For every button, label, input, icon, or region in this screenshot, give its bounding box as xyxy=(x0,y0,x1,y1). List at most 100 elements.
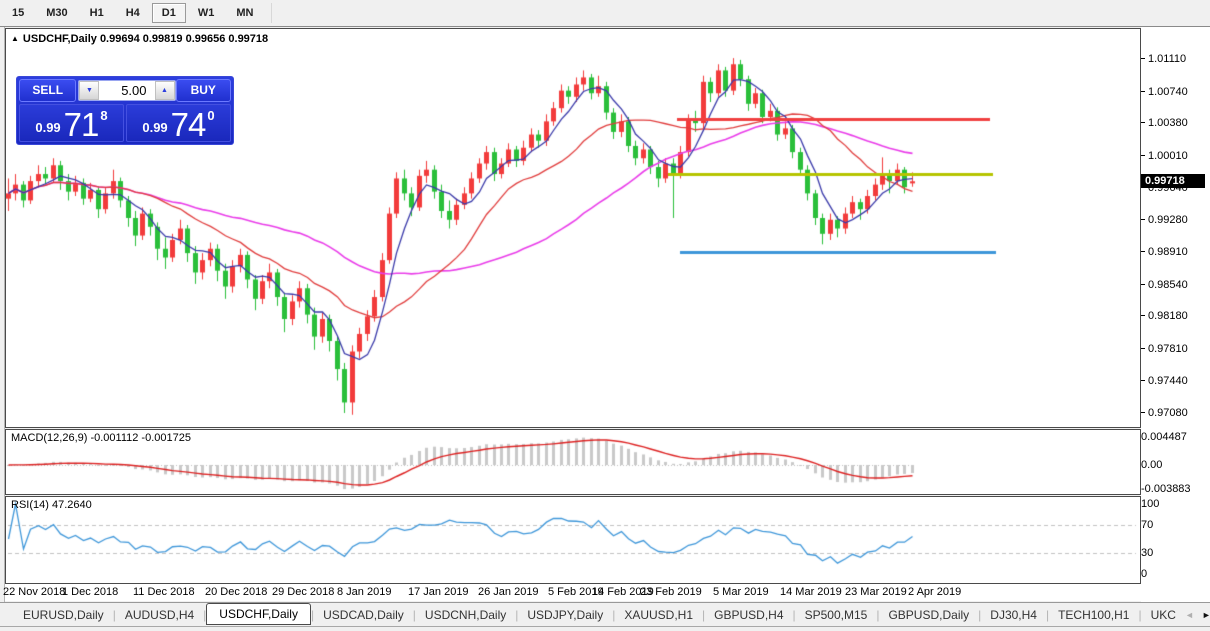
tick-dash xyxy=(1141,315,1145,317)
chart-collapse-icon[interactable]: ▲ xyxy=(11,34,19,43)
tick-dash xyxy=(1141,251,1145,253)
price-axis-tick: 1.01110 xyxy=(1141,53,1186,65)
chart-tab-sp500-m15[interactable]: SP500,M15 xyxy=(796,605,877,625)
tick-label: 1.01110 xyxy=(1148,53,1187,65)
time-axis-label: 5 Mar 2019 xyxy=(713,586,769,598)
chart-tab-dj30-h4[interactable]: DJ30,H4 xyxy=(981,605,1046,625)
macd-axis-tick: 0.00 xyxy=(1141,459,1163,471)
timeframe-button-w1[interactable]: W1 xyxy=(188,3,225,23)
time-axis-label: 14 Mar 2019 xyxy=(780,586,842,598)
rsi-indicator-panel: RSI(14) 47.2640 xyxy=(5,496,1141,584)
chart-tab-usdcnh-daily[interactable]: USDCNH,Daily xyxy=(416,605,515,625)
price-axis[interactable]: 1.011101.007401.003801.000100.996400.992… xyxy=(1141,27,1210,602)
tick-label: 0.98910 xyxy=(1148,246,1188,259)
price-axis-tick: 0.97810 xyxy=(1141,343,1188,355)
current-price-marker: 0.99718 xyxy=(1141,174,1205,189)
time-axis-label: 8 Jan 2019 xyxy=(337,586,392,598)
timeframe-button-m30[interactable]: M30 xyxy=(36,3,77,23)
lot-increase-button[interactable]: ▲ xyxy=(154,81,175,100)
timeframe-toolbar: 15 M30 H1 H4 D1 W1 MN xyxy=(0,0,1210,27)
tick-label: 0.98540 xyxy=(1148,278,1188,291)
tick-dash xyxy=(1141,154,1145,156)
buy-price-pip: 0 xyxy=(207,108,215,123)
tick-label: 0.97080 xyxy=(1148,406,1188,419)
price-axis-tick: 0.98180 xyxy=(1141,310,1188,322)
lot-size-input[interactable] xyxy=(99,81,155,100)
chart-tab-audusd-h4[interactable]: AUDUSD,H4 xyxy=(116,605,203,625)
chart-tab-usdjpy-daily[interactable]: USDJPY,Daily xyxy=(518,605,612,625)
macd-axis-tick: -0.003883 xyxy=(1141,483,1191,496)
tick-label: 1.00740 xyxy=(1148,85,1188,98)
price-axis-tick: 0.99280 xyxy=(1141,214,1188,226)
rsi-axis-tick: 30 xyxy=(1141,547,1154,559)
macd-axis-tick: 0.004487 xyxy=(1141,431,1187,444)
buy-price-prefix: 0.99 xyxy=(142,120,168,135)
tab-scroll-left-icon[interactable]: ◄ xyxy=(1185,610,1194,620)
sell-price-main: 71 xyxy=(63,105,100,143)
buy-button[interactable]: BUY xyxy=(175,79,231,102)
tick-dash xyxy=(1141,122,1145,124)
price-axis-tick: 0.97080 xyxy=(1141,407,1188,419)
price-axis-tick: 1.00010 xyxy=(1141,150,1188,162)
timeframe-button-mn[interactable]: MN xyxy=(226,3,263,23)
one-click-trade-panel: SELL ▼ ▲ BUY 0.99 71 8 0.99 74 0 xyxy=(16,76,234,145)
tick-label: 1.00010 xyxy=(1148,149,1188,162)
price-axis-tick: 1.00740 xyxy=(1141,86,1188,98)
sell-price-display[interactable]: 0.99 71 8 xyxy=(19,104,124,142)
buy-price-display[interactable]: 0.99 74 0 xyxy=(126,104,231,142)
rsi-canvas[interactable] xyxy=(6,497,1140,583)
tab-scroll-right-icon[interactable]: ► xyxy=(1202,610,1210,620)
price-chart-panel: ▲ USDCHF,Daily 0.99694 0.99819 0.99656 0.… xyxy=(5,28,1141,428)
chart-tab-tech100-h1[interactable]: TECH100,H1 xyxy=(1049,605,1138,625)
timeframe-button-h1[interactable]: H1 xyxy=(80,3,114,23)
time-axis-label: 26 Jan 2019 xyxy=(478,586,539,598)
sell-price-prefix: 0.99 xyxy=(35,120,61,135)
rsi-axis-tick: 100 xyxy=(1141,498,1160,510)
macd-label: MACD(12,26,9) -0.001112 -0.001725 xyxy=(11,432,191,444)
time-axis-label: 23 Feb 2019 xyxy=(640,586,702,598)
timeframe-button-h4[interactable]: H4 xyxy=(116,3,150,23)
macd-indicator-panel: MACD(12,26,9) -0.001112 -0.001725 xyxy=(5,429,1141,495)
tick-dash xyxy=(1141,380,1145,382)
time-axis-label: 1 Dec 2018 xyxy=(62,586,119,598)
time-axis-label: 17 Jan 2019 xyxy=(408,586,469,598)
chart-tab-usdchf-daily[interactable]: USDCHF,Daily xyxy=(206,602,311,625)
time-axis[interactable]: 22 Nov 2018 1 Dec 2018 11 Dec 2018 20 Dec 2… xyxy=(3,584,1141,601)
chart-tab-ukc[interactable]: UKC xyxy=(1142,605,1185,625)
sell-button[interactable]: SELL xyxy=(19,79,77,102)
rsi-axis-tick: 70 xyxy=(1141,519,1154,531)
chart-title: ▲ USDCHF,Daily 0.99694 0.99819 0.99656 0.… xyxy=(11,33,268,45)
time-axis-label: 2 Apr 2019 xyxy=(908,586,962,598)
tick-label: 0.98180 xyxy=(1148,310,1188,323)
time-axis-label: 23 Mar 2019 xyxy=(845,586,907,598)
tick-label: 0.97440 xyxy=(1148,375,1188,388)
status-strip xyxy=(0,626,1210,631)
chart-tab-gbpusd-daily[interactable]: GBPUSD,Daily xyxy=(879,605,978,625)
chart-tab-eurusd-daily[interactable]: EURUSD,Daily xyxy=(14,605,113,625)
tick-label: 0.97810 xyxy=(1148,342,1188,355)
rsi-label: RSI(14) 47.2640 xyxy=(11,499,92,511)
buy-price-main: 74 xyxy=(170,105,207,143)
price-axis-tick: 1.00380 xyxy=(1141,117,1188,129)
tick-dash xyxy=(1141,347,1145,349)
sell-price-pip: 8 xyxy=(100,108,108,123)
lot-size-spinner: ▼ ▲ xyxy=(78,80,176,101)
chart-tab-xauusd-h1[interactable]: XAUUSD,H1 xyxy=(615,605,702,625)
price-axis-tick: 0.98910 xyxy=(1141,246,1188,258)
time-axis-label: 22 Nov 2018 xyxy=(3,586,66,598)
price-axis-tick: 0.98540 xyxy=(1141,279,1188,291)
time-axis-label: 11 Dec 2018 xyxy=(133,586,195,598)
timeframe-button-d1[interactable]: D1 xyxy=(151,3,186,23)
tick-dash xyxy=(1141,90,1145,92)
rsi-axis-tick: 0 xyxy=(1141,568,1148,580)
lot-decrease-button[interactable]: ▼ xyxy=(79,81,100,100)
tick-dash xyxy=(1141,411,1145,413)
chart-title-text: USDCHF,Daily 0.99694 0.99819 0.99656 0.9… xyxy=(22,33,269,45)
tick-label: 1.00380 xyxy=(1148,117,1188,130)
price-axis-tick: 0.97440 xyxy=(1141,375,1188,387)
chart-tab-usdcad-daily[interactable]: USDCAD,Daily xyxy=(314,605,413,625)
chart-tab-gbpusd-h4[interactable]: GBPUSD,H4 xyxy=(705,605,792,625)
timeframe-button-15[interactable]: 15 xyxy=(2,3,34,23)
tick-dash xyxy=(1141,283,1145,285)
tick-dash xyxy=(1141,58,1145,59)
